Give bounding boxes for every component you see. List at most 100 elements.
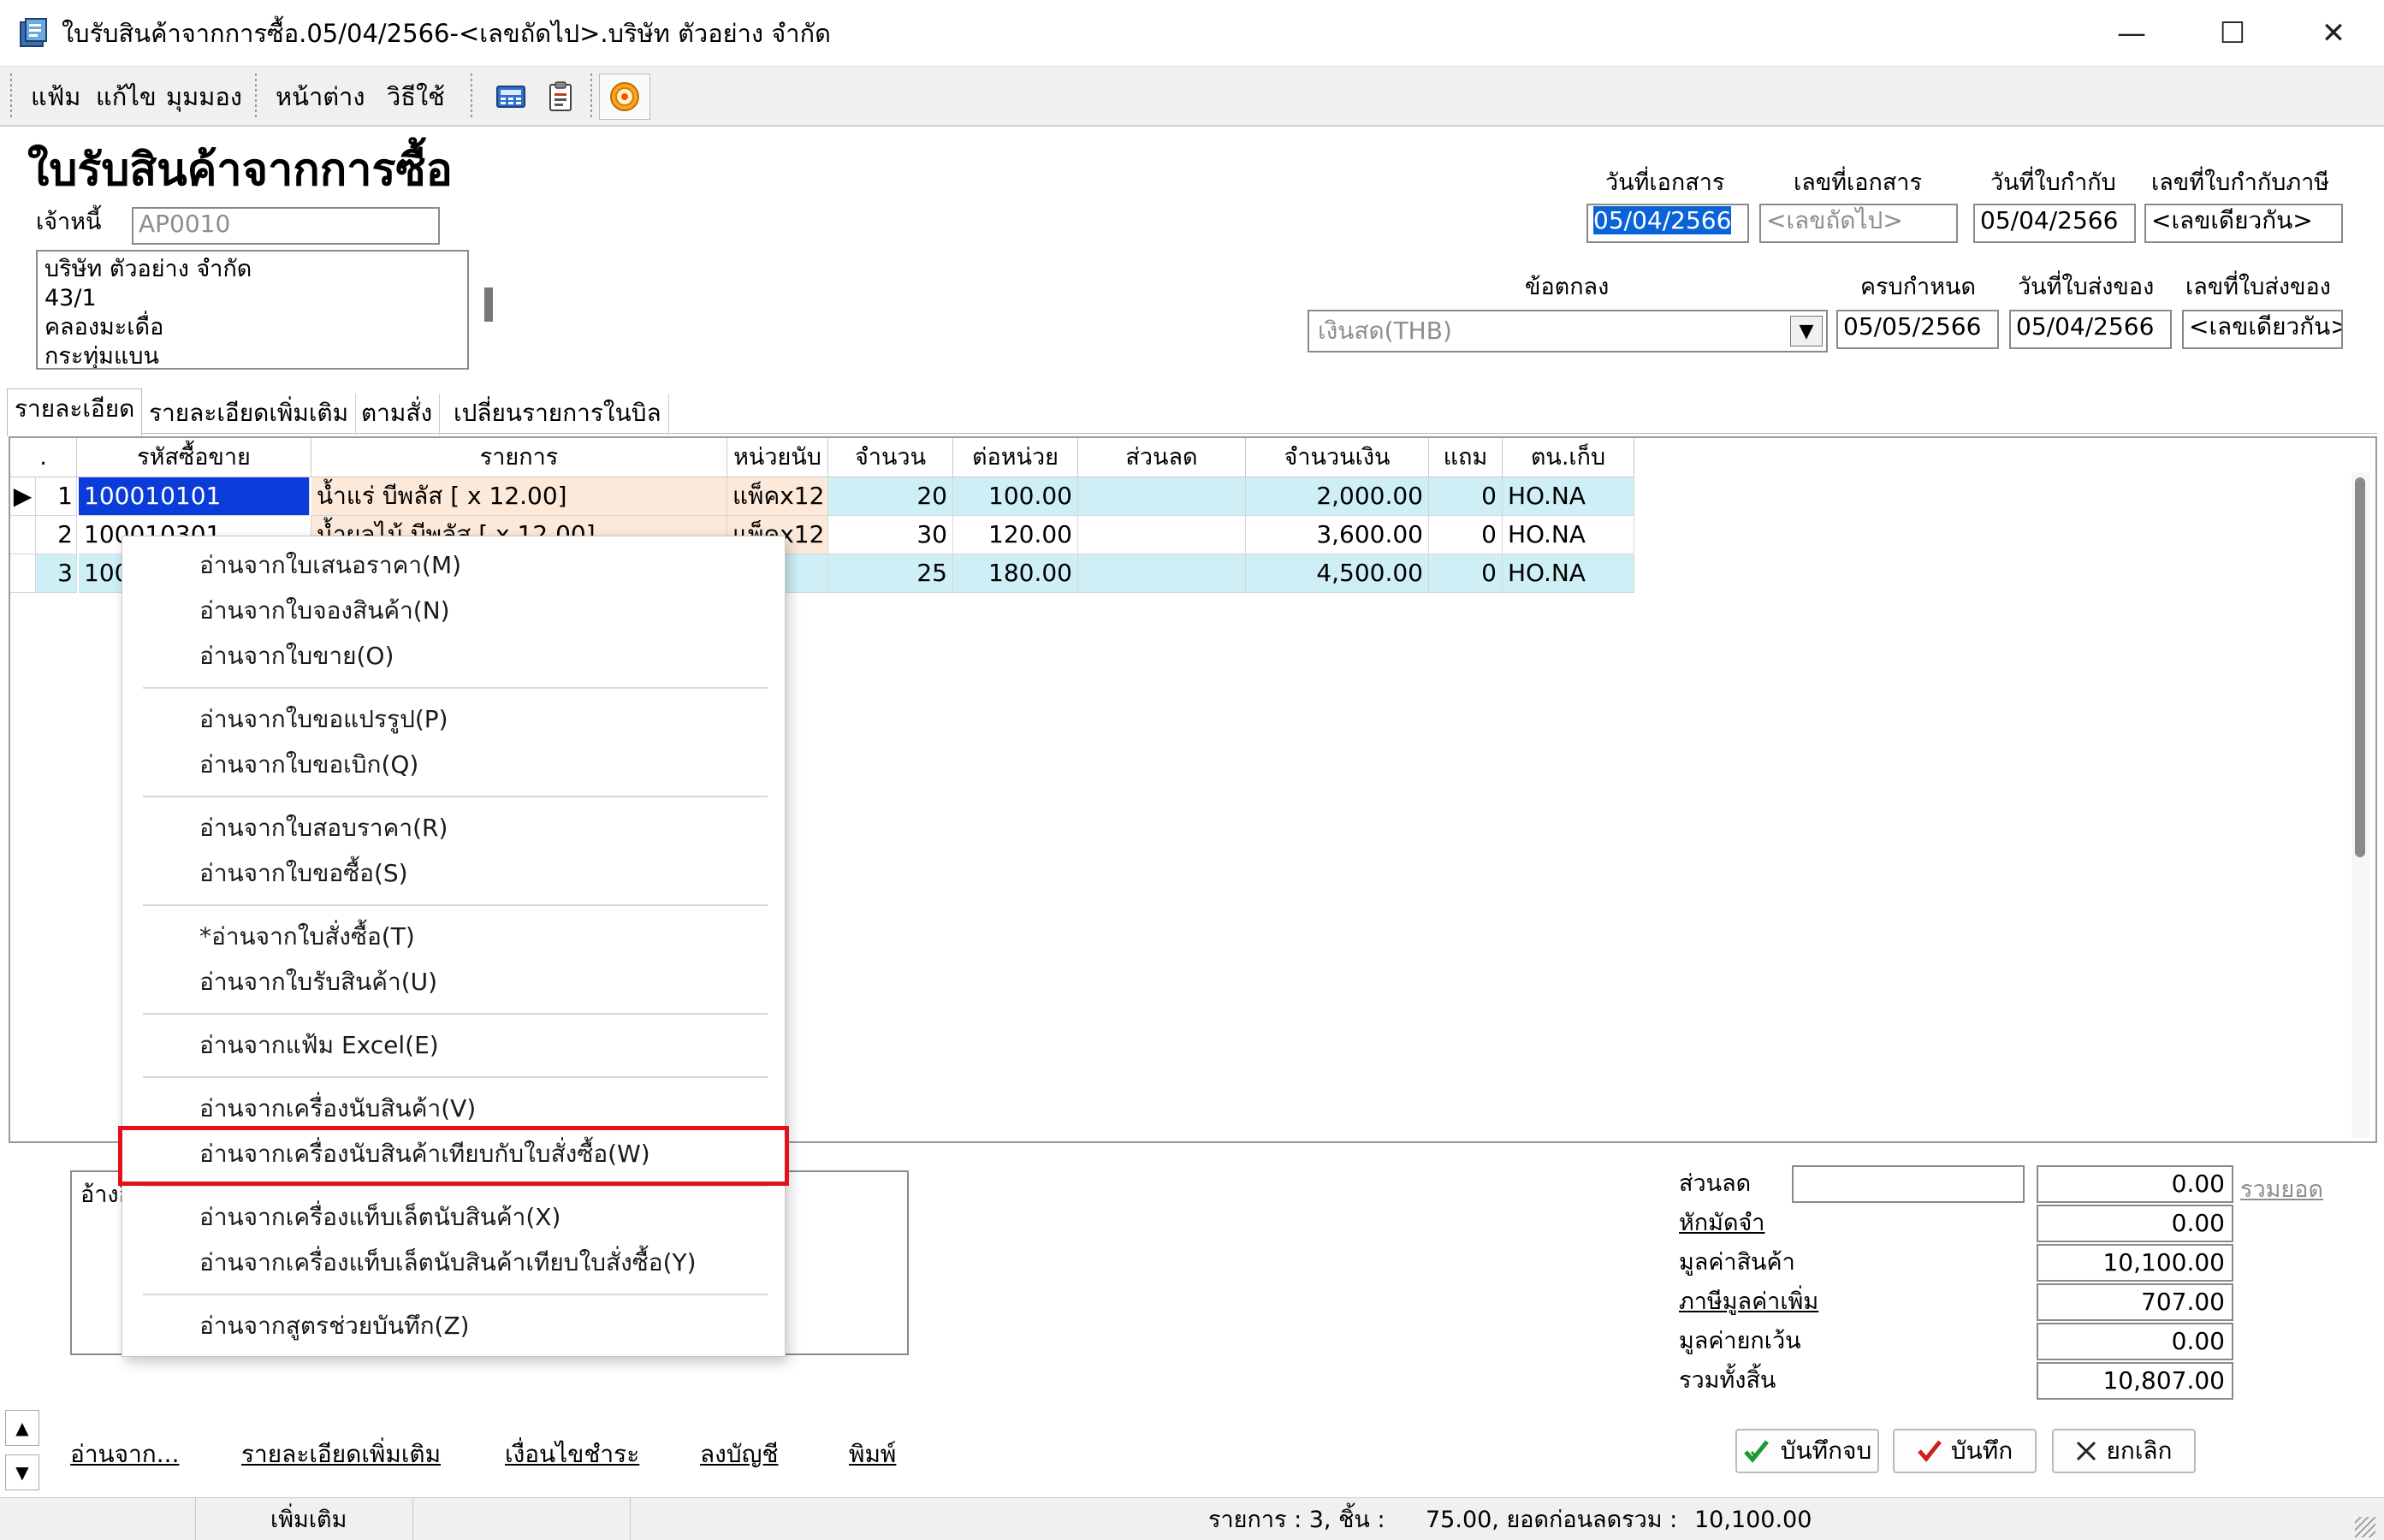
deposit-label[interactable]: หักมัดจำ — [1679, 1206, 1764, 1241]
minimize-button[interactable]: — — [2081, 0, 2182, 67]
cell-discount[interactable] — [1078, 516, 1246, 554]
tab-more-details[interactable]: รายละเอียดเพิ่มเติม — [142, 394, 357, 435]
cell-amount[interactable]: 4,500.00 — [1246, 554, 1429, 593]
menu-item-read-conversion-request[interactable]: อ่านจากใบขอแปรรูป(P) — [199, 701, 448, 738]
tab-as-ordered[interactable]: ตามสั่ง — [354, 394, 441, 435]
terms-select[interactable]: เงินสด(THB) ▼ — [1308, 310, 1828, 352]
address-scrollbar[interactable] — [484, 287, 493, 322]
col-header-qty[interactable]: จำนวน — [828, 438, 953, 477]
chevron-down-icon[interactable]: ▼ — [1790, 316, 1823, 346]
calculator-icon[interactable] — [489, 75, 532, 118]
save-close-button[interactable]: บันทึกจบ — [1735, 1429, 1879, 1473]
col-header-location[interactable]: ตน.เก็บ — [1503, 438, 1634, 477]
scroll-down-icon[interactable]: ▼ — [5, 1454, 39, 1490]
cell-price[interactable]: 180.00 — [953, 554, 1078, 593]
cell-code[interactable]: 100010101 — [79, 477, 310, 516]
cell-discount[interactable] — [1078, 477, 1246, 516]
deposit-value[interactable]: 0.00 — [2037, 1205, 2233, 1242]
menu-item-read-price-inquiry[interactable]: อ่านจากใบสอบราคา(R) — [199, 809, 448, 847]
delivery-no-input[interactable]: <เลขเดียวกัน> — [2182, 310, 2343, 349]
cell-free[interactable]: 0 — [1429, 516, 1503, 554]
cell-location[interactable]: HO.NA — [1503, 477, 1634, 516]
scroll-up-icon[interactable]: ▲ — [5, 1410, 39, 1446]
menu-bar: แฟ้ม แก้ไข มุมมอง หน้าต่าง วิธีใช้ — [0, 67, 2384, 127]
cell-price[interactable]: 120.00 — [953, 516, 1078, 554]
more-details-link[interactable]: รายละเอียดเพิ่มเติม — [241, 1436, 441, 1473]
table-row[interactable]: ▶ 1 100010101 น้ำแร่ บีพลัส [ x 12.00] แ… — [10, 477, 1634, 516]
menu-item-read-excel[interactable]: อ่านจากแฟ้ม Excel(E) — [199, 1027, 439, 1064]
menu-separator — [143, 687, 768, 689]
col-header-unit[interactable]: หน่วยนับ — [727, 438, 828, 477]
maximize-button[interactable]: ☐ — [2182, 0, 2283, 67]
menu-item-read-goods-receipt[interactable]: อ่านจากใบรับสินค้า(U) — [199, 963, 437, 1001]
close-button[interactable]: ✕ — [2283, 0, 2384, 67]
cell-free[interactable]: 0 — [1429, 554, 1503, 593]
doc-date-input[interactable]: 05/04/2566 — [1586, 204, 1749, 243]
cell-desc[interactable]: น้ำแร่ บีพลัส [ x 12.00] — [311, 477, 727, 516]
clipboard-icon[interactable] — [539, 75, 582, 118]
cell-qty[interactable]: 20 — [828, 477, 953, 516]
col-header-discount[interactable]: ส่วนลด — [1078, 438, 1246, 477]
tab-change-items[interactable]: เปลี่ยนรายการในบิล — [447, 394, 669, 435]
menu-item-read-withdrawal-request[interactable]: อ่านจากใบขอเบิก(Q) — [199, 746, 418, 784]
discount-label: ส่วนลด — [1679, 1170, 1752, 1197]
cell-unit[interactable]: แพ็คx12 — [727, 477, 828, 516]
col-header-amount[interactable]: จำนวนเงิน — [1246, 438, 1429, 477]
cancel-button[interactable]: ยกเลิก — [2052, 1429, 2196, 1473]
creditor-address[interactable]: บริษัท ตัวอย่าง จำกัด 43/1 คลองมะเดื่อ ก… — [36, 250, 469, 370]
menu-file[interactable]: แฟ้ม — [31, 67, 80, 127]
vat-value[interactable]: 707.00 — [2037, 1283, 2233, 1321]
menu-edit[interactable]: แก้ไข — [96, 67, 157, 127]
cell-amount[interactable]: 3,600.00 — [1246, 516, 1429, 554]
cell-amount[interactable]: 2,000.00 — [1246, 477, 1429, 516]
menu-help[interactable]: วิธีใช้ — [387, 67, 445, 127]
cell-qty[interactable]: 25 — [828, 554, 953, 593]
creditor-code-input[interactable]: AP0010 — [132, 207, 440, 245]
window-title: ใบรับสินค้าจากการซื้อ.05/04/2566-<เลขถัด… — [62, 19, 831, 48]
cell-location[interactable]: HO.NA — [1503, 554, 1634, 593]
menu-item-read-counter-device[interactable]: อ่านจากเครื่องนับสินค้า(V) — [199, 1090, 476, 1128]
menu-item-read-purchase-order[interactable]: *อ่านจากใบสั่งซื้อ(T) — [199, 918, 415, 956]
menu-item-read-quotation[interactable]: อ่านจากใบเสนอราคา(M) — [199, 547, 461, 584]
delivery-date-input[interactable]: 05/04/2566 — [2009, 310, 2172, 349]
col-header-desc[interactable]: รายการ — [311, 438, 727, 477]
cell-discount[interactable] — [1078, 554, 1246, 593]
tab-details[interactable]: รายละเอียด — [7, 388, 143, 436]
tax-no-input[interactable]: <เลขเดียวกัน> — [2144, 204, 2343, 243]
vat-label[interactable]: ภาษีมูลค่าเพิ่ม — [1679, 1285, 1818, 1319]
discount-value[interactable]: 0.00 — [2037, 1165, 2233, 1203]
col-header-free[interactable]: แถม — [1429, 438, 1503, 477]
tax-date-input[interactable]: 05/04/2566 — [1973, 204, 2136, 243]
menu-view[interactable]: มุมมอง — [166, 67, 242, 127]
doc-no-input[interactable]: <เลขถัดไป> — [1759, 204, 1958, 243]
resize-grip-icon[interactable] — [2355, 1517, 2375, 1537]
target-icon[interactable] — [599, 74, 650, 120]
menu-item-read-reservation[interactable]: อ่านจากใบจองสินค้า(N) — [199, 592, 450, 630]
col-header-code[interactable]: รหัสซื้อขาย — [77, 438, 311, 477]
col-header-index[interactable]: . — [10, 438, 77, 477]
menu-separator — [143, 1294, 768, 1295]
menu-item-read-purchase-request[interactable]: อ่านจากใบขอซื้อ(S) — [199, 855, 408, 892]
grid-scrollbar-thumb[interactable] — [2355, 477, 2365, 857]
terms-value: เงินสด(THB) — [1318, 317, 1452, 345]
exempt-value[interactable]: 0.00 — [2037, 1323, 2233, 1360]
menu-item-read-tablet-vs-po[interactable]: อ่านจากเครื่องแท็บเล็ตนับสินค้าเทียบใบสั… — [199, 1244, 697, 1282]
discount-input[interactable] — [1792, 1165, 2025, 1203]
post-ledger-link[interactable]: ลงบัญชี — [700, 1436, 778, 1473]
cell-qty[interactable]: 30 — [828, 516, 953, 554]
menu-item-read-tablet-counter[interactable]: อ่านจากเครื่องแท็บเล็ตนับสินค้า(X) — [199, 1199, 560, 1236]
col-header-price[interactable]: ต่อหน่วย — [953, 438, 1078, 477]
address-line: คลองมะเดื่อ — [44, 314, 164, 341]
menu-item-read-template[interactable]: อ่านจากสูตรช่วยบันทึก(Z) — [199, 1307, 470, 1345]
cell-location[interactable]: HO.NA — [1503, 516, 1634, 554]
menu-window[interactable]: หน้าต่าง — [276, 67, 365, 127]
due-date-input[interactable]: 05/05/2566 — [1836, 310, 1999, 349]
cell-free[interactable]: 0 — [1429, 477, 1503, 516]
print-link[interactable]: พิมพ์ — [849, 1436, 896, 1473]
menu-item-read-sale[interactable]: อ่านจากใบขาย(O) — [199, 637, 394, 675]
read-from-link[interactable]: อ่านจาก... — [70, 1436, 179, 1473]
save-button[interactable]: บันทึก — [1893, 1429, 2037, 1473]
cell-price[interactable]: 100.00 — [953, 477, 1078, 516]
payment-terms-link[interactable]: เงื่อนไขชำระ — [505, 1436, 639, 1473]
sum-link[interactable]: รวมยอด — [2240, 1170, 2323, 1207]
